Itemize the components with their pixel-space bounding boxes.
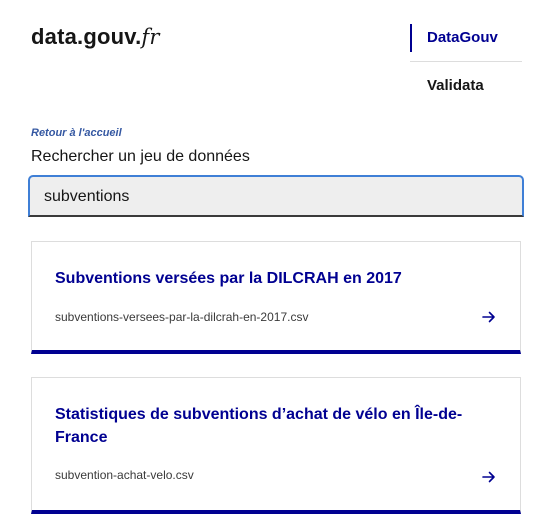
search-input[interactable]: [44, 185, 504, 209]
site-nav: DataGouv Validata: [410, 24, 522, 94]
search-label: Rechercher un jeu de données: [31, 148, 250, 165]
nav-divider: [410, 61, 522, 62]
logo-suffix-text: fr: [141, 25, 160, 49]
result-card-2[interactable]: Statistiques de subventions d’achat de v…: [31, 377, 521, 514]
result-card-1[interactable]: Subventions versées par la DILCRAH en 20…: [31, 241, 521, 354]
result-title[interactable]: Subventions versées par la DILCRAH en 20…: [55, 267, 485, 290]
search-field: [28, 175, 524, 217]
logo-main-text: data.gouv.: [31, 24, 142, 49]
nav-item-datagouv[interactable]: DataGouv: [410, 24, 522, 52]
nav-item-validata[interactable]: Validata: [427, 77, 547, 94]
site-logo[interactable]: data.gouv.fr: [31, 24, 160, 50]
arrow-right-icon: [482, 311, 495, 323]
arrow-right-icon: [482, 471, 495, 483]
back-to-home-link[interactable]: Retour à l'accueil: [31, 127, 122, 139]
result-filename: subventions-versees-par-la-dilcrah-en-20…: [55, 310, 309, 324]
result-title[interactable]: Statistiques de subventions d’achat de v…: [55, 403, 485, 449]
result-filename: subvention-achat-velo.csv: [55, 468, 194, 482]
